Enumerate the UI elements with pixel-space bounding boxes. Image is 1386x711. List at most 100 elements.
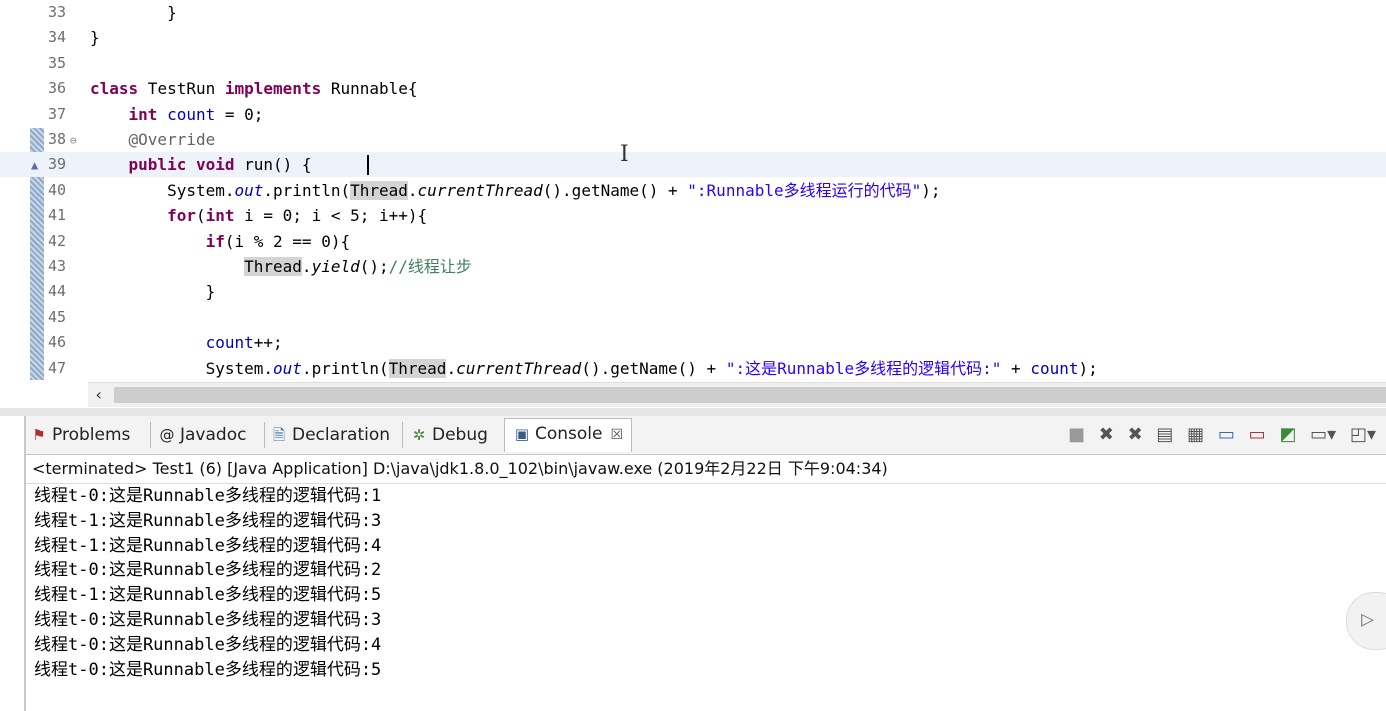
play-icon: ▷ xyxy=(1361,607,1375,632)
code-token: class xyxy=(90,79,139,99)
code-token: void xyxy=(195,155,235,175)
tab-problems[interactable]: ⚑ Problems xyxy=(30,420,130,450)
code-token: int xyxy=(205,206,235,226)
code-token: currentThread xyxy=(456,358,582,378)
code-text[interactable]: System.out.println(Thread.currentThread(… xyxy=(90,356,1098,381)
at-icon: @ xyxy=(159,426,175,444)
code-token: ":Runnable多线程运行的代码" xyxy=(687,180,922,200)
code-token: ++; xyxy=(253,333,283,353)
code-editor[interactable]: 33 } 34} 35 36 class TestRun implements Runn… xyxy=(0,0,1386,408)
open-console-icon[interactable]: ◰▾ xyxy=(1350,424,1376,445)
line-number: 37 xyxy=(48,104,67,123)
code-token: Runnable{ xyxy=(321,79,418,99)
code-token: System. xyxy=(167,180,235,200)
mouse-ibeam-cursor: I xyxy=(620,142,629,167)
fold-collapse-icon[interactable]: ⊖ xyxy=(70,134,77,147)
code-token: count xyxy=(1030,358,1079,378)
tab-separator xyxy=(150,422,151,448)
code-line[interactable]: 42 if(i % 2 == 0){ xyxy=(0,229,1386,254)
code-token: = 0; xyxy=(215,104,264,124)
line-number: 39 xyxy=(48,155,67,174)
tab-debug[interactable]: ✲ Debug xyxy=(410,420,488,450)
code-text[interactable]: int count = 0; xyxy=(90,102,264,127)
code-token: Thread xyxy=(350,180,408,200)
scroll-left-arrow-icon[interactable]: ‹ xyxy=(94,385,104,404)
code-line[interactable]: 35 xyxy=(0,51,1386,76)
remove-launch-icon[interactable]: ✖ xyxy=(1099,424,1114,445)
code-line[interactable]: 38 @Override xyxy=(0,127,1386,152)
code-line[interactable]: 43 Thread.yield();//线程让步 xyxy=(0,254,1386,279)
code-line[interactable]: 45 xyxy=(0,305,1386,330)
console-line: 线程t-0:这是Runnable多线程的逻辑代码:3 xyxy=(34,610,382,630)
code-token: yield xyxy=(311,257,360,276)
scrollbar-thumb[interactable] xyxy=(114,387,1386,403)
close-icon[interactable]: ☒ xyxy=(611,427,624,443)
line-number: 43 xyxy=(48,257,67,275)
code-token: .println( xyxy=(263,180,351,200)
tab-console-label: Console xyxy=(535,424,603,444)
console-output[interactable]: 线程t-0:这是Runnable多线程的逻辑代码:1 线程t-1:这是Runnab… xyxy=(26,484,1386,711)
code-token: count xyxy=(167,104,216,124)
code-token: run() { xyxy=(234,155,312,175)
console-line: 线程t-0:这是Runnable多线程的逻辑代码:1 xyxy=(34,486,382,506)
code-text[interactable]: class TestRun implements Runnable{ xyxy=(90,76,418,101)
terminate-icon[interactable]: ■ xyxy=(1068,424,1085,445)
code-token: } xyxy=(90,28,100,48)
code-text[interactable]: System.out.println(Thread.currentThread(… xyxy=(90,178,941,203)
show-on-output-icon[interactable]: ▭ xyxy=(1218,424,1235,445)
line-number: 35 xyxy=(48,53,67,72)
scroll-lock-icon[interactable]: ▦ xyxy=(1187,424,1204,445)
code-token: Thread xyxy=(388,358,447,378)
code-token: + xyxy=(1001,358,1031,378)
code-line[interactable]: 34} xyxy=(0,25,1386,50)
code-text[interactable]: for(int i = 0; i < 5; i++){ xyxy=(90,203,427,228)
tab-separator xyxy=(402,422,403,448)
code-text[interactable]: public void run() { xyxy=(90,152,312,177)
panel-divider[interactable] xyxy=(0,408,1386,416)
line-number: 44 xyxy=(48,282,67,301)
code-line[interactable]: 33 } xyxy=(0,0,1386,25)
tab-problems-label: Problems xyxy=(52,425,131,445)
tab-javadoc[interactable]: @ Javadoc xyxy=(158,420,247,450)
code-line[interactable]: 47 System.out.println(Thread.currentThre… xyxy=(0,356,1386,381)
pin-console-icon[interactable]: ◩ xyxy=(1279,424,1296,445)
remove-all-launches-icon[interactable]: ✖ xyxy=(1128,424,1143,445)
code-token: count xyxy=(205,333,254,353)
code-line[interactable]: 36 class TestRun implements Runnable{ xyxy=(0,76,1386,101)
code-text[interactable]: } xyxy=(90,0,177,25)
code-token: @Override xyxy=(128,130,216,149)
code-line[interactable]: 40 System.out.println(Thread.currentThre… xyxy=(0,178,1386,203)
code-text[interactable]: @Override xyxy=(90,127,216,152)
line-number: 46 xyxy=(48,333,67,352)
code-line[interactable]: 41 for(int i = 0; i < 5; i++){ xyxy=(0,203,1386,228)
code-token: implements xyxy=(224,79,322,99)
show-on-error-icon[interactable]: ▭ xyxy=(1249,424,1266,445)
code-line[interactable]: 37 int count = 0; xyxy=(0,102,1386,127)
code-line[interactable]: 46 count++; xyxy=(0,330,1386,355)
horizontal-scrollbar[interactable]: ‹ xyxy=(88,382,1386,407)
code-token: Thread xyxy=(244,257,302,276)
console-line: 线程t-0:这是Runnable多线程的逻辑代码:2 xyxy=(34,560,382,581)
line-number: 34 xyxy=(48,28,67,47)
line-number: 42 xyxy=(48,231,67,250)
declaration-icon: 🗎 xyxy=(272,426,286,444)
code-text[interactable]: count++; xyxy=(90,330,283,355)
tab-console[interactable]: ▣ Console ☒ xyxy=(504,418,633,452)
code-text[interactable]: if(i % 2 == 0){ xyxy=(90,229,351,254)
display-console-icon[interactable]: ▭▾ xyxy=(1310,424,1336,445)
clear-console-icon[interactable]: ▤ xyxy=(1156,424,1173,445)
console-line: 线程t-1:这是Runnable多线程的逻辑代码:5 xyxy=(34,585,382,606)
code-token: . xyxy=(446,358,457,378)
code-token: if xyxy=(205,231,225,251)
code-text[interactable]: Thread.yield();//线程让步 xyxy=(90,254,472,279)
console-line: 线程t-1:这是Runnable多线程的逻辑代码:3 xyxy=(34,510,382,531)
code-text[interactable]: } xyxy=(90,279,216,304)
code-line[interactable]: 44 } xyxy=(0,279,1386,304)
code-line[interactable]: 39 public void run() { xyxy=(0,152,1386,178)
code-token: out xyxy=(234,180,264,200)
code-text[interactable]: } xyxy=(90,25,100,50)
line-number: 33 xyxy=(48,3,67,21)
tab-declaration[interactable]: 🗎 Declaration xyxy=(270,420,390,450)
